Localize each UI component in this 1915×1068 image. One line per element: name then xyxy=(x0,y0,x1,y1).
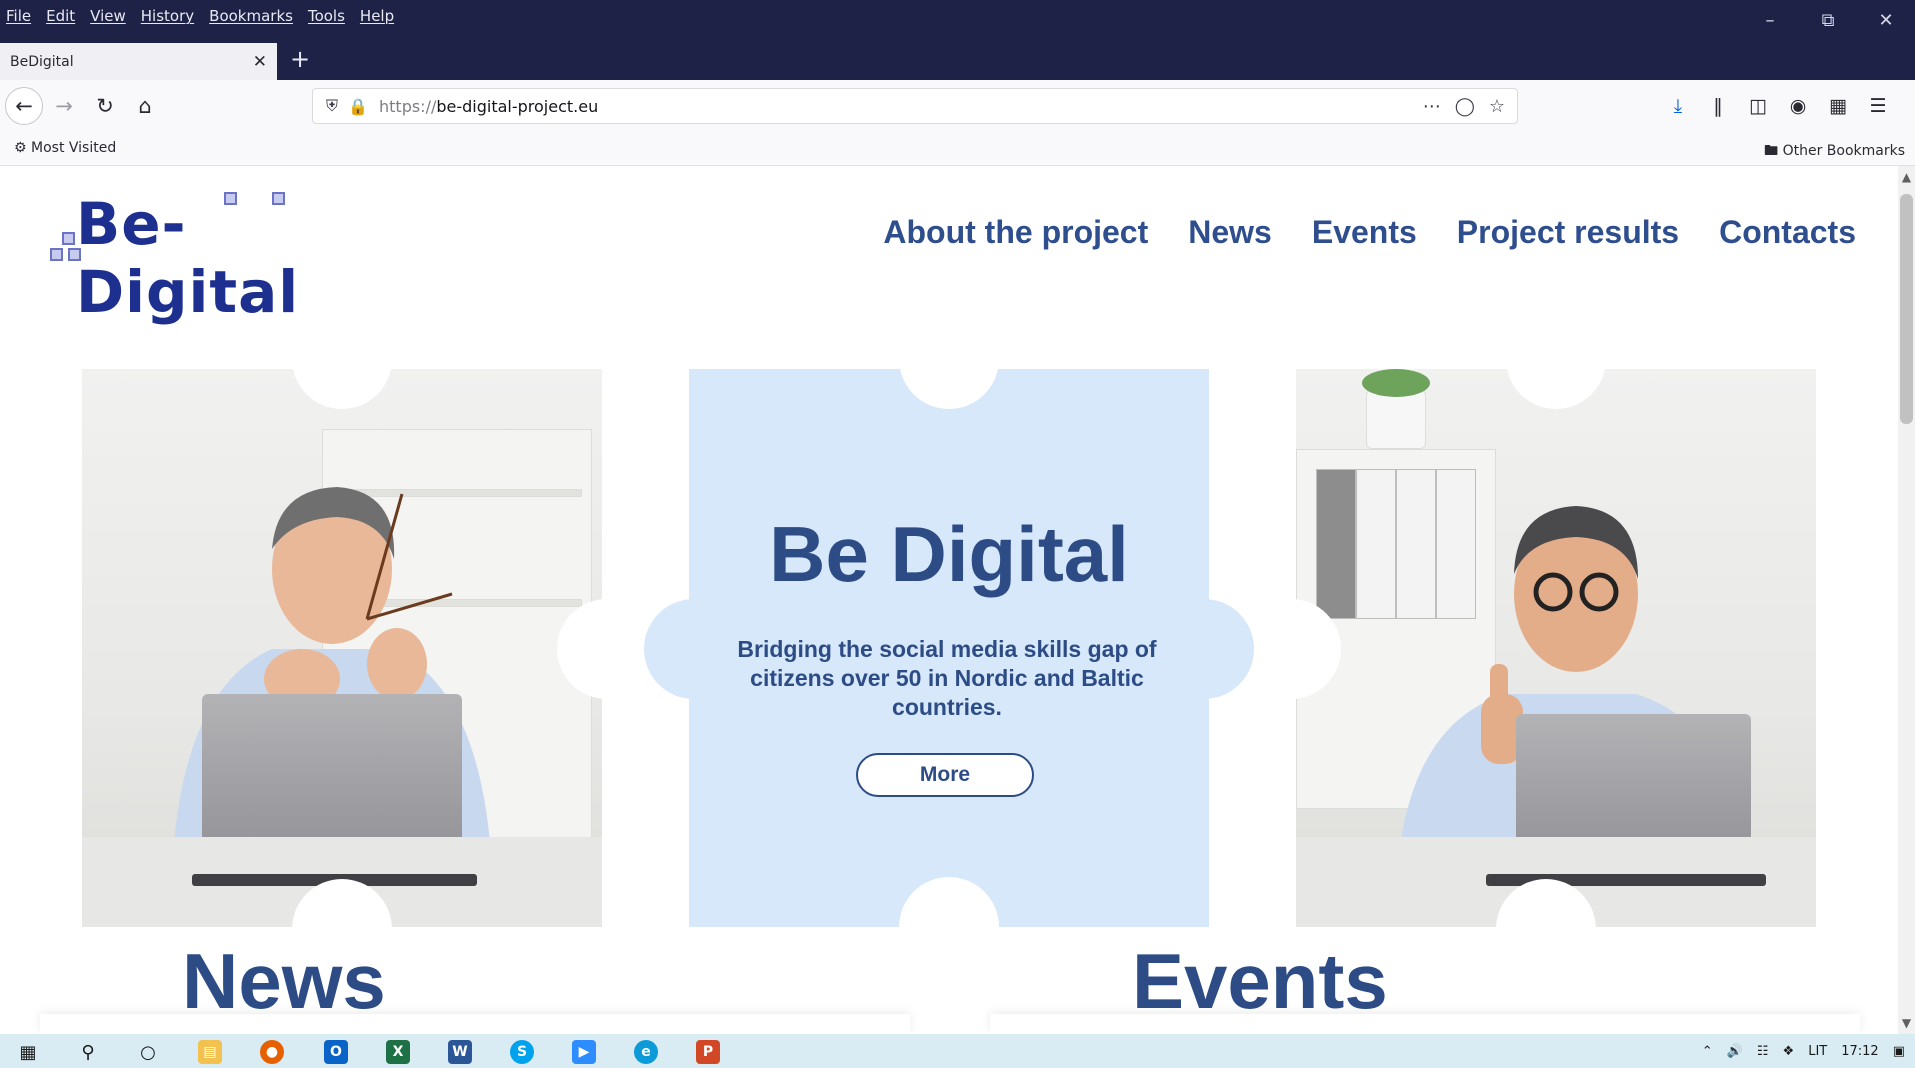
navigation-toolbar: ← → ↻ ⌂ ⛨ 🔒 https://be-digital-project.e… xyxy=(0,80,1915,132)
nav-about[interactable]: About the project xyxy=(883,214,1148,251)
events-card xyxy=(990,1014,1860,1034)
bookmarks-toolbar: ⚙ Most Visited 🖿 Other Bookmarks xyxy=(0,132,1915,166)
page-actions-icon[interactable]: ⋯ xyxy=(1423,96,1441,117)
other-bookmarks-label: Other Bookmarks xyxy=(1782,143,1905,159)
firefox-icon[interactable]: ● xyxy=(258,1038,286,1066)
word-icon[interactable]: W xyxy=(446,1038,474,1066)
tracking-shield-icon[interactable]: ⛨ xyxy=(319,96,345,116)
address-bar[interactable]: ⛨ 🔒 https://be-digital-project.eu ⋯ ◯ ☆ xyxy=(312,88,1518,124)
nav-events[interactable]: Events xyxy=(1312,214,1417,251)
tab-title: BeDigital xyxy=(10,53,74,70)
more-button[interactable]: More xyxy=(856,753,1034,797)
site-logo[interactable]: Be-Digital xyxy=(48,190,368,326)
scroll-up-icon[interactable]: ▲ xyxy=(1898,170,1915,184)
powerpoint-icon[interactable]: P xyxy=(694,1038,722,1066)
tab-close-icon[interactable]: ✕ xyxy=(253,52,267,72)
binder xyxy=(1316,469,1356,619)
page-scrollbar[interactable]: ▲ ▼ xyxy=(1898,166,1915,1034)
window-controls: – ⧉ ✕ xyxy=(1741,0,1915,40)
menu-view[interactable]: View xyxy=(90,7,126,25)
zoom-icon[interactable]: ▶ xyxy=(570,1038,598,1066)
hero-photo-right xyxy=(1296,369,1816,927)
windows-taskbar: ▦ ⚲ ○ ▤ ● O X W S ▶ e P ⌃ 🔊 ☷ ❖ LIT 17:1… xyxy=(0,1034,1915,1068)
logo-text: Be-Digital xyxy=(76,190,300,326)
file-explorer-icon[interactable]: ▤ xyxy=(196,1038,224,1066)
back-icon[interactable]: ← xyxy=(5,87,43,125)
puzzle-notch xyxy=(292,369,392,409)
extensions-icon[interactable]: ▦ xyxy=(1825,95,1851,117)
network-icon[interactable]: ☷ xyxy=(1757,1044,1769,1059)
library-icon[interactable]: ‖ xyxy=(1705,95,1731,117)
forward-icon[interactable]: → xyxy=(45,87,83,125)
menu-help[interactable]: Help xyxy=(360,7,394,25)
url-host: be-digital-project.eu xyxy=(436,96,599,116)
most-visited-label: Most Visited xyxy=(31,140,117,156)
hero-subtitle: Bridging the social media skills gap of … xyxy=(737,636,1157,720)
url-protocol: https:// xyxy=(379,96,437,116)
logo-square xyxy=(62,232,75,245)
sidebar-icon[interactable]: ◫ xyxy=(1745,95,1771,117)
most-visited-bookmark[interactable]: ⚙ Most Visited xyxy=(14,140,116,156)
gear-icon: ⚙ xyxy=(14,140,27,156)
reload-icon[interactable]: ↻ xyxy=(86,87,124,125)
clock[interactable]: 17:12 xyxy=(1841,1044,1878,1059)
edge-icon[interactable]: e xyxy=(632,1038,660,1066)
plant-leaves xyxy=(1362,369,1430,397)
hero-card: Be Digital Bridging the social media ski… xyxy=(644,309,1254,977)
minimize-icon[interactable]: – xyxy=(1741,0,1799,40)
nav-contacts[interactable]: Contacts xyxy=(1719,214,1856,251)
menu-tools[interactable]: Tools xyxy=(308,7,345,25)
lock-icon[interactable]: 🔒 xyxy=(345,97,371,116)
scroll-down-icon[interactable]: ▼ xyxy=(1898,1016,1915,1030)
bookmark-star-icon[interactable]: ☆ xyxy=(1489,96,1505,117)
url-text[interactable]: https://be-digital-project.eu xyxy=(379,97,1423,116)
folder-icon: 🖿 xyxy=(1764,143,1779,159)
tab-bedigital[interactable]: BeDigital ✕ xyxy=(0,41,277,80)
outlook-icon[interactable]: O xyxy=(322,1038,350,1066)
volume-icon[interactable]: 🔊 xyxy=(1727,1044,1743,1059)
other-bookmarks[interactable]: 🖿 Other Bookmarks xyxy=(1764,140,1905,164)
dropbox-icon[interactable]: ❖ xyxy=(1783,1044,1795,1059)
hero-photo-left xyxy=(82,369,602,927)
news-card xyxy=(40,1014,910,1034)
account-icon[interactable]: ◉ xyxy=(1785,95,1811,117)
browser-titlebar: File Edit View History Bookmarks Tools H… xyxy=(0,0,1915,80)
nav-project-results[interactable]: Project results xyxy=(1457,214,1679,251)
puzzle-notch xyxy=(899,877,999,977)
cortana-icon[interactable]: ○ xyxy=(134,1038,162,1066)
menu-bookmarks[interactable]: Bookmarks xyxy=(209,7,293,25)
tray-expand-icon[interactable]: ⌃ xyxy=(1702,1044,1713,1059)
menu-history[interactable]: History xyxy=(141,7,194,25)
events-heading: Events xyxy=(1132,937,1388,1025)
new-tab-icon[interactable]: + xyxy=(285,44,315,74)
downloads-icon[interactable]: ⤓ xyxy=(1665,95,1691,117)
language-indicator[interactable]: LIT xyxy=(1808,1044,1827,1059)
menu-bar: File Edit View History Bookmarks Tools H… xyxy=(0,0,409,32)
web-page: Be-Digital About the project News Events… xyxy=(0,166,1898,1034)
nav-news[interactable]: News xyxy=(1188,214,1272,251)
news-heading: News xyxy=(182,937,386,1025)
windows-start-icon[interactable]: ▦ xyxy=(14,1038,42,1066)
scrollbar-thumb[interactable] xyxy=(1900,194,1913,424)
logo-square xyxy=(50,248,63,261)
puzzle-notch xyxy=(1506,369,1606,409)
menu-edit[interactable]: Edit xyxy=(46,7,75,25)
puzzle-notch xyxy=(899,309,999,409)
excel-icon[interactable]: X xyxy=(384,1038,412,1066)
toolbar-right: ⤓ ‖ ◫ ◉ ▦ ☰ xyxy=(1665,88,1891,124)
menu-file[interactable]: File xyxy=(6,7,31,25)
restore-icon[interactable]: ⧉ xyxy=(1799,0,1857,40)
skype-icon[interactable]: S xyxy=(508,1038,536,1066)
hamburger-menu-icon[interactable]: ☰ xyxy=(1865,95,1891,117)
hero-title: Be Digital xyxy=(769,510,1129,598)
system-tray: ⌃ 🔊 ☷ ❖ LIT 17:12 ▣ xyxy=(1702,1034,1905,1068)
notifications-icon[interactable]: ▣ xyxy=(1893,1044,1905,1059)
search-icon[interactable]: ⚲ xyxy=(74,1038,102,1066)
plant-pot xyxy=(1366,389,1426,449)
close-window-icon[interactable]: ✕ xyxy=(1857,0,1915,40)
home-icon[interactable]: ⌂ xyxy=(126,87,164,125)
pocket-icon[interactable]: ◯ xyxy=(1455,96,1475,117)
site-navigation: About the project News Events Project re… xyxy=(883,214,1856,251)
